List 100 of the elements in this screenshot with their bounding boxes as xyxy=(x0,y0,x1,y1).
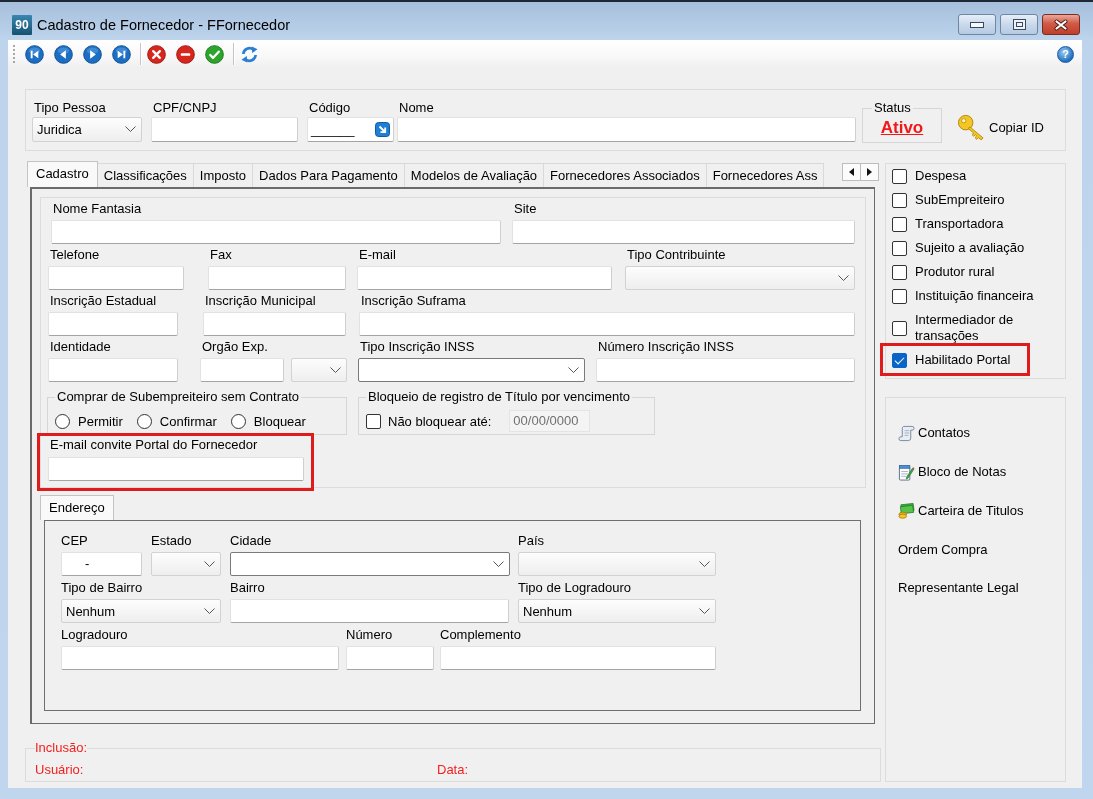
field-label: Inscrição Municipal xyxy=(204,293,317,309)
text-field[interactable] xyxy=(61,646,339,670)
text-field[interactable] xyxy=(440,646,716,670)
refresh-icon[interactable] xyxy=(240,44,259,64)
field-label: Tipo Inscrição INSS xyxy=(359,339,476,355)
close-button[interactable] xyxy=(1042,14,1080,35)
chevron-down-icon xyxy=(330,366,341,374)
checkbox[interactable] xyxy=(892,320,907,336)
tab[interactable]: Fornecedores Ass xyxy=(705,163,825,187)
checkbox-label: Transportadora xyxy=(915,216,1004,232)
text-field[interactable] xyxy=(357,266,612,290)
text-field[interactable] xyxy=(397,117,856,142)
text-field[interactable] xyxy=(208,266,346,290)
x-circle-icon[interactable] xyxy=(147,44,166,64)
chevron-down-icon xyxy=(699,607,710,615)
text-field[interactable] xyxy=(512,220,855,244)
copy-id-button[interactable]: Copiar ID xyxy=(957,113,1044,141)
maximize-icon xyxy=(1012,19,1026,30)
checkbox-label: Instituição financeira xyxy=(915,288,1034,304)
skip-forward-icon[interactable] xyxy=(112,44,131,64)
minus-circle-icon[interactable] xyxy=(176,44,195,64)
field-label: Tipo de Logradouro xyxy=(518,580,632,596)
field-label: Código xyxy=(308,100,352,116)
action-link[interactable]: Bloco de Notas xyxy=(898,463,1007,482)
checkbox-label: Intermediador de transações xyxy=(915,312,1015,344)
dropdown[interactable]: Juridica xyxy=(32,117,142,142)
text-field[interactable] xyxy=(48,312,178,336)
action-link[interactable]: Representante Legal xyxy=(898,579,1019,598)
field-label: Tipo Pessoa xyxy=(33,100,107,116)
radio-button[interactable] xyxy=(230,413,246,429)
check-circle-icon[interactable] xyxy=(205,44,224,64)
date-label: Data: xyxy=(437,762,469,778)
dropdown[interactable]: Nenhum xyxy=(61,599,221,623)
text-field[interactable] xyxy=(359,312,855,336)
group-title: Bloqueio de registro de Título por vencimento xyxy=(367,389,632,405)
chevron-down-icon xyxy=(493,560,504,568)
user-label: Usuário: xyxy=(35,762,84,778)
maximize-button[interactable] xyxy=(1000,14,1038,35)
radio-label: Confirmar xyxy=(159,413,217,429)
previous-icon[interactable] xyxy=(54,44,73,64)
chevron-down-icon xyxy=(568,366,579,374)
checkbox-label: Sujeito a avaliação xyxy=(915,240,1025,256)
action-link[interactable]: Contatos xyxy=(898,424,971,443)
text-field[interactable] xyxy=(346,646,434,670)
scroll-right-button[interactable] xyxy=(860,163,879,181)
field-label: E-mail convite Portal do Fornecedor xyxy=(49,437,259,453)
text-field[interactable] xyxy=(48,358,178,382)
field-label: E-mail xyxy=(358,247,397,263)
field-label: Complemento xyxy=(440,627,522,643)
text-field[interactable] xyxy=(48,457,304,481)
chevron-down-icon xyxy=(838,274,849,282)
field-label: CPF/CNPJ xyxy=(152,100,218,116)
action-link[interactable]: Ordem Compra xyxy=(898,540,988,559)
checkbox[interactable] xyxy=(892,288,907,304)
text-field[interactable]: - xyxy=(61,552,142,576)
checkbox[interactable] xyxy=(892,352,907,368)
field-label: Orgão Exp. xyxy=(201,339,269,355)
checkbox-label: Não bloquear até: xyxy=(388,413,492,429)
minimize-button[interactable] xyxy=(958,14,996,35)
tab[interactable]: Endereço xyxy=(40,495,114,520)
field-label: Tipo de Bairro xyxy=(61,580,144,596)
checkbox[interactable] xyxy=(892,192,907,208)
lookup-field[interactable]: ______ xyxy=(307,117,394,142)
skip-back-icon[interactable] xyxy=(25,44,44,64)
arrow-icon[interactable] xyxy=(375,122,390,137)
checkbox-label: Despesa xyxy=(915,168,967,184)
minimize-icon xyxy=(970,21,984,28)
field-label: Estado xyxy=(151,533,193,549)
radio-button[interactable] xyxy=(55,413,70,429)
field-label: Fax xyxy=(209,247,233,263)
tab[interactable]: Cadastro xyxy=(27,161,98,187)
window-title: Cadastro de Fornecedor - FFornecedor xyxy=(37,16,291,35)
next-icon[interactable] xyxy=(83,44,102,64)
checkbox[interactable] xyxy=(892,240,907,256)
field-label: Logradouro xyxy=(61,627,129,643)
checkbox[interactable] xyxy=(892,168,907,184)
checkbox[interactable] xyxy=(892,216,907,232)
scroll-icon xyxy=(898,424,915,442)
field-label: Site xyxy=(513,201,538,217)
text-field[interactable] xyxy=(48,266,184,290)
field-label: Telefone xyxy=(49,247,101,263)
text-field[interactable] xyxy=(200,358,284,382)
radio-button[interactable] xyxy=(136,413,152,429)
text-field[interactable] xyxy=(151,117,298,142)
text-field[interactable] xyxy=(203,312,346,336)
checkbox[interactable] xyxy=(892,264,907,280)
money-icon xyxy=(898,502,915,520)
status-value: Ativo xyxy=(879,118,925,138)
dropdown[interactable]: Nenhum xyxy=(518,599,716,623)
text-field[interactable] xyxy=(51,220,501,244)
close-icon xyxy=(1053,18,1069,31)
dropdown[interactable] xyxy=(358,358,585,382)
text-field[interactable] xyxy=(596,358,855,382)
checkbox[interactable] xyxy=(366,413,381,429)
action-link[interactable]: Carteira de Titulos xyxy=(898,501,1024,520)
radio-label: Bloquear xyxy=(253,413,306,429)
field-label: Número xyxy=(346,627,394,643)
dropdown[interactable] xyxy=(230,552,510,576)
field-label: Cidade xyxy=(230,533,273,549)
text-field[interactable] xyxy=(230,599,509,623)
